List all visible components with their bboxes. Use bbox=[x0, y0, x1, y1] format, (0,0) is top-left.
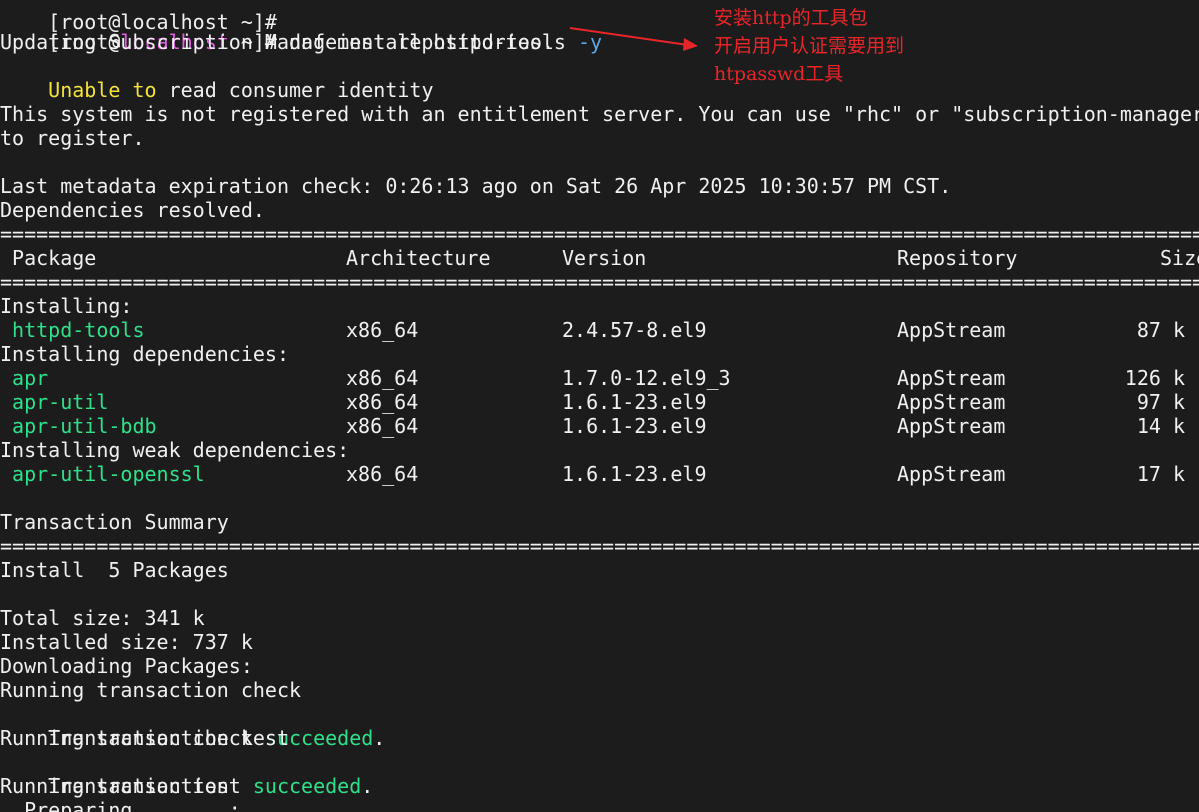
annotation-line-2: 开启用户认证需要用到 bbox=[714, 35, 905, 57]
terminal-window[interactable]: [root@localhost ~]# [root@localhost ~]# … bbox=[0, 0, 1199, 812]
annotation-arrow-icon bbox=[569, 27, 698, 51]
annotation-line-3: htpasswd工具 bbox=[714, 63, 844, 85]
annotation-line-1: 安装http的工具包 bbox=[714, 7, 868, 29]
annotation-note: 安装http的工具包 开启用户认证需要用到 htpasswd工具 bbox=[714, 4, 904, 88]
